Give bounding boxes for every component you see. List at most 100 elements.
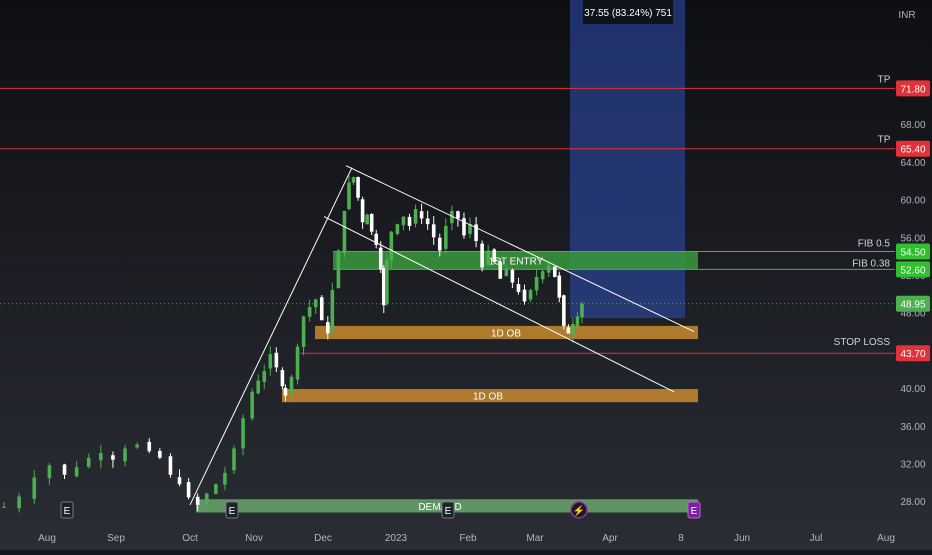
tp-price-badge-value: 71.80 bbox=[900, 84, 925, 95]
chart-root[interactable]: 37.55 (83.24%) 751 1ST ENTRY 1D OB 1D OB DEM… bbox=[0, 0, 932, 550]
candle-body bbox=[444, 226, 448, 249]
x-tick-label: Sep bbox=[107, 533, 125, 544]
event-marker-label: ⚡ bbox=[573, 504, 585, 517]
y-tick-label: 32.00 bbox=[900, 459, 925, 470]
currency-label: INR bbox=[898, 10, 915, 21]
x-tick-label: Feb bbox=[459, 533, 477, 544]
x-tick-label: Dec bbox=[314, 533, 332, 544]
candle-body bbox=[241, 418, 245, 449]
y-tick-label: 60.00 bbox=[900, 196, 925, 207]
candle-body bbox=[307, 307, 312, 317]
x-tick-label: 8 bbox=[678, 533, 684, 544]
candle-body bbox=[360, 199, 365, 223]
candle-body bbox=[319, 297, 324, 321]
event-marker-label: E bbox=[229, 506, 236, 517]
candle-body bbox=[498, 261, 503, 279]
candle-body bbox=[546, 265, 551, 273]
candle-body bbox=[168, 456, 173, 475]
candle-body bbox=[385, 259, 389, 304]
candle-body bbox=[566, 327, 571, 334]
candle-body bbox=[268, 354, 273, 369]
event-marker-label: E bbox=[691, 506, 698, 517]
candle-body bbox=[580, 303, 584, 318]
candle-body bbox=[32, 477, 37, 499]
tp-label: TP bbox=[878, 74, 891, 85]
x-tick-label: 2023 bbox=[385, 533, 408, 544]
x-tick-label: Mar bbox=[526, 533, 544, 544]
candle-body bbox=[413, 209, 418, 224]
stop-loss-label: STOP LOSS bbox=[834, 337, 891, 348]
candle-body bbox=[351, 177, 356, 183]
candle-body bbox=[289, 376, 294, 395]
candle-body bbox=[395, 224, 400, 235]
candle-body bbox=[111, 455, 115, 460]
candle-body bbox=[389, 231, 394, 261]
zone-label: 1D OB bbox=[491, 328, 521, 339]
x-tick-label: Jun bbox=[734, 533, 750, 544]
x-tick-label: Oct bbox=[182, 533, 198, 544]
candle-body bbox=[480, 243, 484, 268]
candle-body bbox=[407, 216, 412, 226]
candle-body bbox=[528, 290, 533, 300]
candle-body bbox=[462, 218, 466, 236]
event-marker-label: E bbox=[64, 506, 71, 517]
x-tick-label: Aug bbox=[38, 533, 56, 544]
candle-body bbox=[74, 467, 79, 477]
candle-body bbox=[575, 316, 580, 327]
stop-loss-badge-value: 43.70 bbox=[900, 349, 925, 360]
candle-body bbox=[256, 380, 260, 394]
candle-body bbox=[186, 482, 191, 498]
candle-body bbox=[347, 182, 351, 210]
y-tick-label: 40.00 bbox=[900, 384, 925, 395]
fib-price-badge-value: 52.60 bbox=[900, 265, 925, 276]
candle-body bbox=[419, 211, 424, 219]
candle-body bbox=[204, 493, 209, 505]
candle-body bbox=[540, 271, 545, 280]
candle-body bbox=[283, 387, 288, 396]
candle-body bbox=[274, 352, 279, 368]
projection-box bbox=[570, 0, 685, 318]
fib-label: FIB 0.5 bbox=[858, 238, 891, 249]
candle-body bbox=[378, 247, 383, 270]
candle-body bbox=[301, 316, 306, 347]
candle-body bbox=[522, 289, 527, 302]
candle-body bbox=[195, 496, 200, 505]
candle-body bbox=[99, 453, 103, 461]
candles bbox=[2, 175, 584, 513]
candle-body bbox=[47, 465, 52, 479]
fib-label: FIB 0.38 bbox=[852, 258, 890, 269]
candle-body bbox=[326, 322, 330, 334]
x-tick-label: Nov bbox=[245, 533, 263, 544]
candle-body bbox=[250, 391, 254, 419]
y-tick-label: 28.00 bbox=[900, 497, 925, 508]
candle-body bbox=[86, 457, 91, 467]
candle-body bbox=[571, 324, 575, 336]
candle-body bbox=[552, 266, 557, 277]
event-marker-label: E bbox=[445, 506, 452, 517]
y-tick-label: 36.00 bbox=[900, 422, 925, 433]
tp-label: TP bbox=[878, 135, 891, 146]
candle-body bbox=[425, 218, 430, 225]
candle-body bbox=[492, 249, 497, 262]
candle-body bbox=[295, 346, 300, 380]
candle-body bbox=[135, 444, 139, 448]
measure-label: 37.55 (83.24%) 751 bbox=[584, 8, 672, 19]
candle-body bbox=[214, 484, 218, 494]
price-chart[interactable]: 37.55 (83.24%) 751 1ST ENTRY 1D OB 1D OB DEM… bbox=[0, 0, 932, 550]
candle-body bbox=[486, 250, 490, 265]
x-tick-label: Apr bbox=[602, 533, 618, 544]
candle-body bbox=[2, 506, 6, 508]
candle-body bbox=[401, 216, 406, 226]
candle-body bbox=[62, 464, 67, 475]
y-tick-label: 56.00 bbox=[900, 233, 925, 244]
candle-body bbox=[177, 477, 182, 485]
candle-body bbox=[336, 250, 341, 289]
zone-label: DEMAND bbox=[418, 502, 461, 513]
candle-body bbox=[365, 214, 369, 225]
candle-body bbox=[510, 269, 515, 283]
x-tick-label: Jul bbox=[810, 533, 823, 544]
candle-body bbox=[431, 224, 436, 238]
candle-body bbox=[437, 237, 442, 251]
candle-body bbox=[330, 290, 335, 333]
candle-body bbox=[123, 448, 127, 462]
